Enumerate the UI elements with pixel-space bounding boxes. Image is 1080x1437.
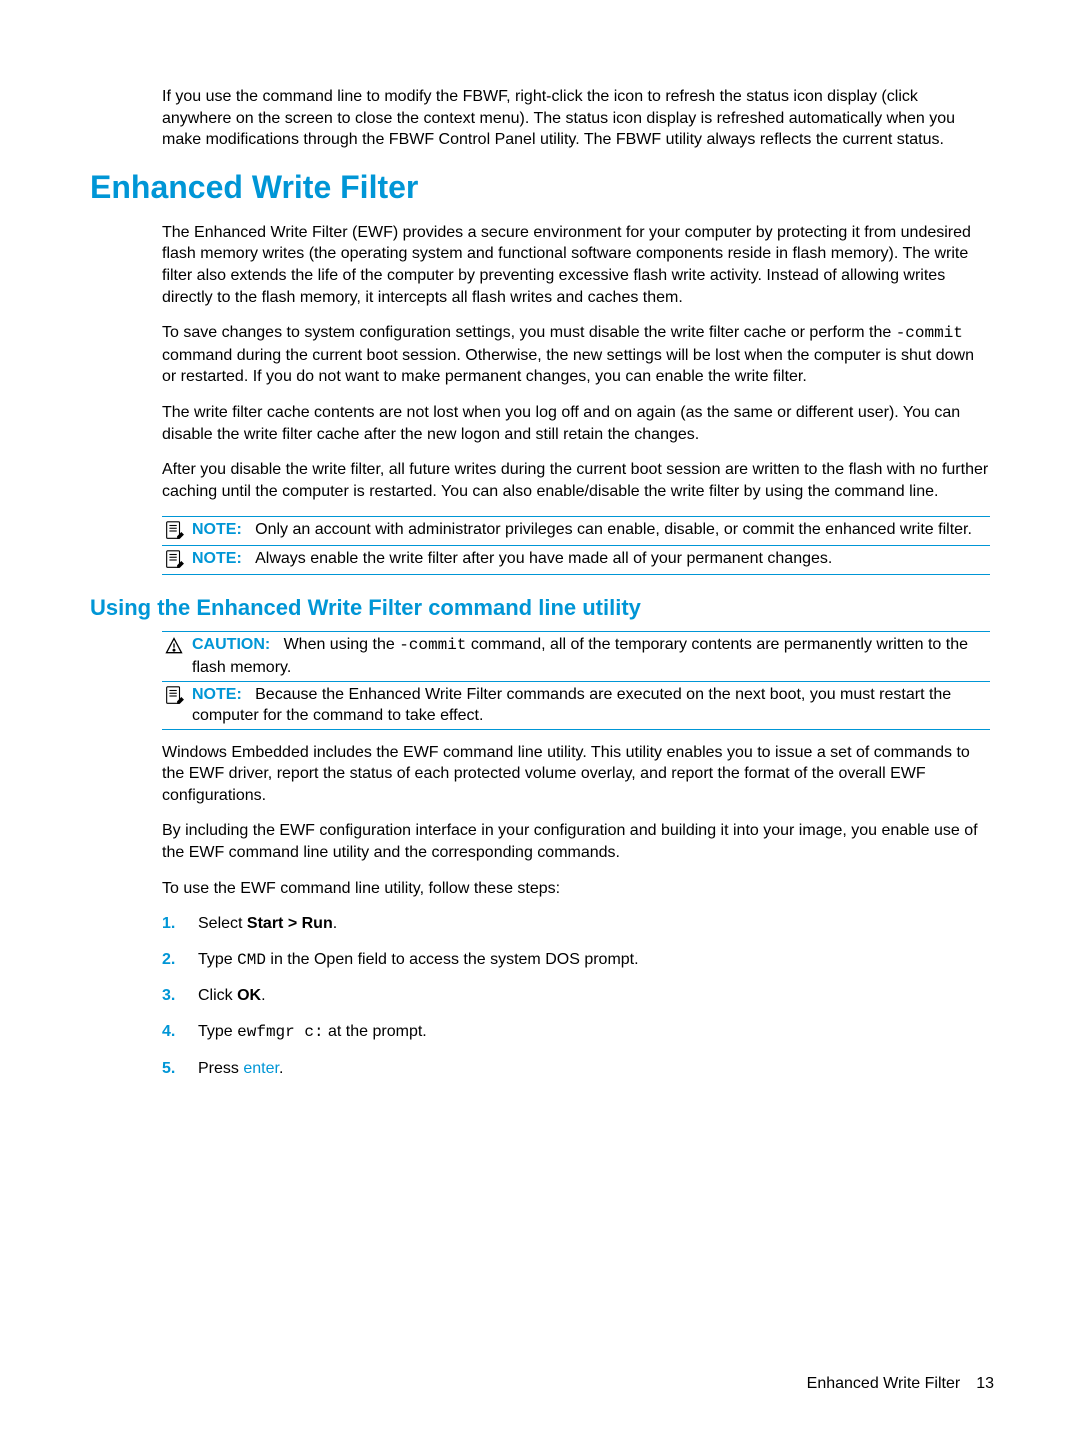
step-text: Type ewfmgr c: at the prompt. (198, 1021, 427, 1044)
text-fragment: Select (198, 915, 247, 932)
heading-ewf-command-line: Using the Enhanced Write Filter command … (90, 595, 990, 621)
step-number: 3. (162, 985, 198, 1007)
note-text: NOTE: Because the Enhanced Write Filter … (192, 684, 990, 727)
note-label: NOTE: (192, 521, 242, 538)
note-text: NOTE: Always enable the write filter aft… (192, 548, 832, 570)
list-item: 1. Select Start > Run. (162, 913, 990, 935)
text-fragment: . (261, 987, 265, 1004)
list-item: 5. Press enter. (162, 1058, 990, 1080)
paragraph-disable-filter: After you disable the write filter, all … (162, 459, 990, 502)
text-fragment: . (333, 915, 337, 932)
text-fragment: in the Open field to access the system D… (266, 951, 639, 968)
text-fragment: Press (198, 1060, 243, 1077)
caution-label: CAUTION: (192, 636, 270, 653)
step-number: 2. (162, 949, 198, 971)
list-item: 3. Click OK. (162, 985, 990, 1007)
step-number: 1. (162, 913, 198, 935)
note-icon (162, 519, 186, 543)
paragraph-ewf-description: The Enhanced Write Filter (EWF) provides… (162, 222, 990, 308)
footer-title: Enhanced Write Filter (807, 1375, 961, 1392)
note-label: NOTE: (192, 550, 242, 567)
step-text: Type CMD in the Open field to access the… (198, 949, 639, 972)
text-fragment: Click (198, 987, 237, 1004)
note-body: Because the Enhanced Write Filter comman… (192, 686, 951, 725)
steps-list: 1. Select Start > Run. 2. Type CMD in th… (162, 913, 990, 1079)
code-commit: -commit (399, 636, 466, 654)
note-callout: NOTE: Only an account with administrator… (162, 516, 990, 545)
note-callout: NOTE: Always enable the write filter aft… (162, 545, 990, 575)
paragraph-save-changes: To save changes to system configuration … (162, 322, 990, 388)
code-ewfmgr: ewfmgr c: (237, 1023, 323, 1041)
page-footer: Enhanced Write Filter 13 (807, 1375, 994, 1393)
caution-icon (162, 634, 186, 658)
step-text: Select Start > Run. (198, 913, 337, 935)
paragraph-windows-embedded: Windows Embedded includes the EWF comman… (162, 742, 990, 807)
step-text: Click OK. (198, 985, 266, 1007)
paragraph-cache-contents: The write filter cache contents are not … (162, 402, 990, 445)
list-item: 4. Type ewfmgr c: at the prompt. (162, 1021, 990, 1044)
paragraph-steps-intro: To use the EWF command line utility, fol… (162, 878, 990, 900)
bold-text: OK (237, 987, 261, 1004)
code-cmd: CMD (237, 951, 266, 969)
step-text: Press enter. (198, 1058, 283, 1080)
footer-page-number: 13 (976, 1375, 994, 1392)
text-fragment: When using the (284, 636, 400, 653)
key-enter: enter (243, 1060, 279, 1077)
heading-enhanced-write-filter: Enhanced Write Filter (90, 169, 990, 206)
step-number: 5. (162, 1058, 198, 1080)
caution-text: CAUTION: When using the -commit command,… (192, 634, 990, 678)
text-fragment: . (279, 1060, 283, 1077)
bold-text: Start > Run (247, 915, 333, 932)
note-icon (162, 684, 186, 708)
list-item: 2. Type CMD in the Open field to access … (162, 949, 990, 972)
text-fragment: at the prompt. (324, 1023, 427, 1040)
note-body: Only an account with administrator privi… (255, 521, 972, 538)
text-fragment: Type (198, 1023, 237, 1040)
code-commit: -commit (896, 324, 963, 342)
text-fragment: Type (198, 951, 237, 968)
text-fragment: To save changes to system configuration … (162, 324, 896, 341)
note-callout: NOTE: Because the Enhanced Write Filter … (162, 681, 990, 730)
note-icon (162, 548, 186, 572)
caution-callout: CAUTION: When using the -commit command,… (162, 631, 990, 680)
step-number: 4. (162, 1021, 198, 1043)
intro-paragraph: If you use the command line to modify th… (162, 86, 990, 151)
paragraph-configuration-interface: By including the EWF configuration inter… (162, 820, 990, 863)
note-label: NOTE: (192, 686, 242, 703)
text-fragment: command during the current boot session.… (162, 347, 974, 386)
note-body: Always enable the write filter after you… (255, 550, 832, 567)
note-text: NOTE: Only an account with administrator… (192, 519, 972, 541)
